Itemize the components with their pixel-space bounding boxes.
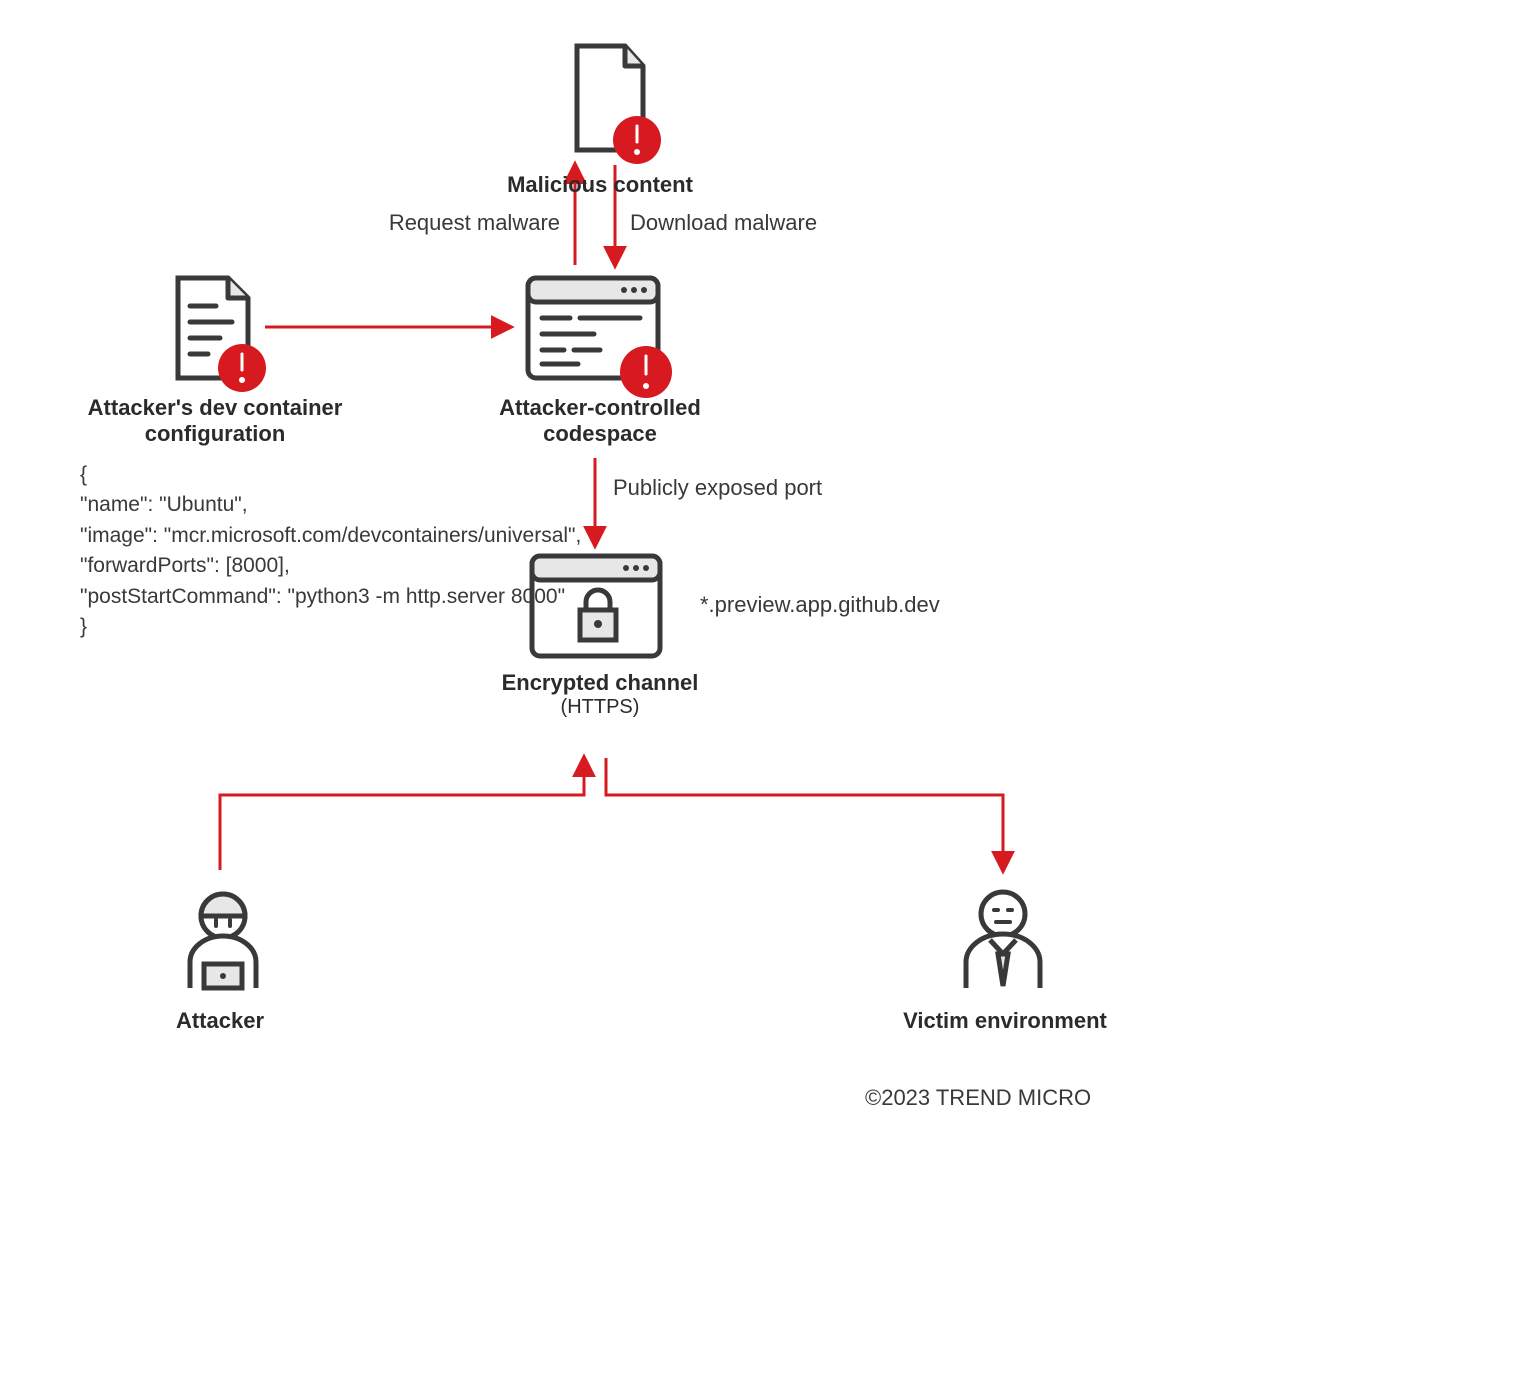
attacker-icon xyxy=(168,880,278,1010)
codespace-window-icon xyxy=(520,270,680,410)
codespace-label: Attacker-controlled codespace xyxy=(460,395,740,447)
download-malware-label: Download malware xyxy=(630,210,817,236)
dev-container-label: Attacker's dev container configuration xyxy=(60,395,370,447)
malicious-content-label: Malicious content xyxy=(470,172,730,198)
devcontainer-json-code: { "name": "Ubuntu", "image": "mcr.micros… xyxy=(80,460,581,643)
malicious-file-icon xyxy=(547,40,667,170)
dev-container-file-icon xyxy=(160,272,280,402)
connectors xyxy=(0,0,1513,1378)
attacker-label: Attacker xyxy=(100,1008,340,1034)
copyright: ©2023 TREND MICRO xyxy=(865,1085,1091,1111)
victim-label: Victim environment xyxy=(870,1008,1140,1034)
preview-domain-label: *.preview.app.github.dev xyxy=(700,592,940,618)
victim-icon xyxy=(948,880,1058,1010)
diagram-canvas: Malicious content Attacker's dev contain… xyxy=(0,0,1513,1378)
request-malware-label: Request malware xyxy=(380,210,560,236)
exposed-port-label: Publicly exposed port xyxy=(613,475,822,501)
encrypted-channel-label: Encrypted channel (HTTPS) xyxy=(460,670,740,719)
